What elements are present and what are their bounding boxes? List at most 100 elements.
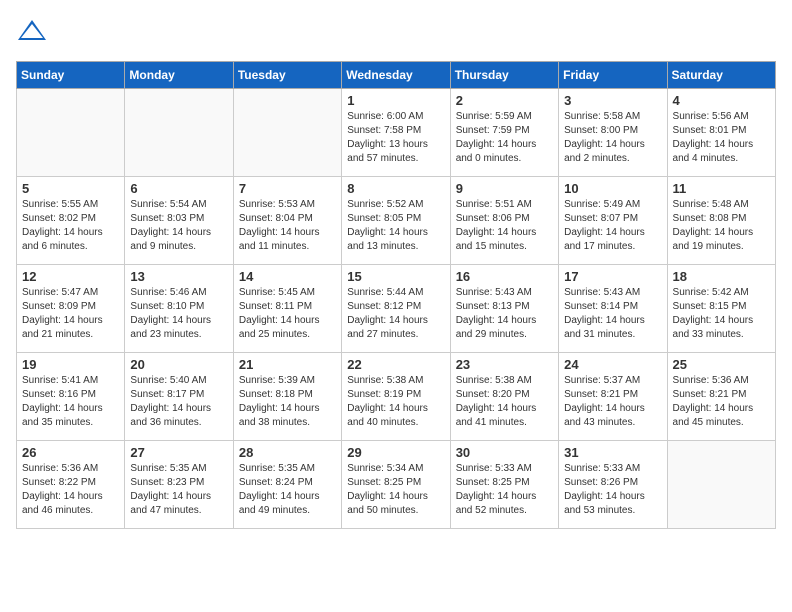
day-cell: 30 Sunrise: 5:33 AM Sunset: 8:25 PM Dayli… xyxy=(450,441,558,529)
day-info: Sunrise: 5:43 AM Sunset: 8:13 PM Dayligh… xyxy=(456,286,553,342)
week-row-4: 19 Sunrise: 5:41 AM Sunset: 8:16 PM Dayli… xyxy=(17,353,776,441)
day-info: Sunrise: 5:33 AM Sunset: 8:25 PM Dayligh… xyxy=(456,462,553,518)
day-cell: 19 Sunrise: 5:41 AM Sunset: 8:16 PM Dayli… xyxy=(17,353,125,441)
day-info: Sunrise: 5:58 AM Sunset: 8:00 PM Dayligh… xyxy=(564,110,661,166)
header-friday: Friday xyxy=(559,62,667,89)
day-cell xyxy=(667,441,775,529)
day-cell: 15 Sunrise: 5:44 AM Sunset: 8:12 PM Dayli… xyxy=(342,265,450,353)
day-number: 25 xyxy=(673,357,770,372)
day-number: 6 xyxy=(130,181,227,196)
day-cell: 8Sunrise: 5:52 AM Sunset: 8:05 PM Daylig… xyxy=(342,177,450,265)
day-info: Sunrise: 5:59 AM Sunset: 7:59 PM Dayligh… xyxy=(456,110,553,166)
day-info: Sunrise: 5:38 AM Sunset: 8:19 PM Dayligh… xyxy=(347,374,444,430)
day-number: 24 xyxy=(564,357,661,372)
day-info: Sunrise: 5:44 AM Sunset: 8:12 PM Dayligh… xyxy=(347,286,444,342)
day-number: 29 xyxy=(347,445,444,460)
header-thursday: Thursday xyxy=(450,62,558,89)
day-number: 18 xyxy=(673,269,770,284)
day-cell: 1 Sunrise: 6:00 AM Sunset: 7:58 PM Daylig… xyxy=(342,89,450,177)
day-number: 5 xyxy=(22,181,119,196)
day-cell: 28 Sunrise: 5:35 AM Sunset: 8:24 PM Dayli… xyxy=(233,441,341,529)
day-cell: 31 Sunrise: 5:33 AM Sunset: 8:26 PM Dayli… xyxy=(559,441,667,529)
day-cell: 6 Sunrise: 5:54 AM Sunset: 8:03 PM Daylig… xyxy=(125,177,233,265)
logo xyxy=(16,16,46,49)
day-number: 9 xyxy=(456,181,553,196)
day-info: Sunrise: 5:43 AM Sunset: 8:14 PM Dayligh… xyxy=(564,286,661,342)
day-number: 2 xyxy=(456,93,553,108)
day-number: 13 xyxy=(130,269,227,284)
day-info: Sunrise: 5:36 AM Sunset: 8:22 PM Dayligh… xyxy=(22,462,119,518)
day-number: 16 xyxy=(456,269,553,284)
day-cell: 25Sunrise: 5:36 AM Sunset: 8:21 PM Dayli… xyxy=(667,353,775,441)
page-header xyxy=(16,16,776,49)
day-cell: 18 Sunrise: 5:42 AM Sunset: 8:15 PM Dayli… xyxy=(667,265,775,353)
day-info: Sunrise: 5:40 AM Sunset: 8:17 PM Dayligh… xyxy=(130,374,227,430)
day-number: 22 xyxy=(347,357,444,372)
day-info: Sunrise: 5:33 AM Sunset: 8:26 PM Dayligh… xyxy=(564,462,661,518)
day-number: 20 xyxy=(130,357,227,372)
day-info: Sunrise: 5:49 AM Sunset: 8:07 PM Dayligh… xyxy=(564,198,661,254)
day-number: 10 xyxy=(564,181,661,196)
day-cell: 2 Sunrise: 5:59 AM Sunset: 7:59 PM Daylig… xyxy=(450,89,558,177)
day-cell: 14 Sunrise: 5:45 AM Sunset: 8:11 PM Dayli… xyxy=(233,265,341,353)
day-cell: 16 Sunrise: 5:43 AM Sunset: 8:13 PM Dayli… xyxy=(450,265,558,353)
day-number: 23 xyxy=(456,357,553,372)
day-cell: 21Sunrise: 5:39 AM Sunset: 8:18 PM Dayli… xyxy=(233,353,341,441)
header-sunday: Sunday xyxy=(17,62,125,89)
day-cell: 23 Sunrise: 5:38 AM Sunset: 8:20 PM Dayli… xyxy=(450,353,558,441)
day-cell: 12 Sunrise: 5:47 AM Sunset: 8:09 PM Dayli… xyxy=(17,265,125,353)
day-number: 1 xyxy=(347,93,444,108)
day-cell: 29 Sunrise: 5:34 AM Sunset: 8:25 PM Dayli… xyxy=(342,441,450,529)
day-info: Sunrise: 5:45 AM Sunset: 8:11 PM Dayligh… xyxy=(239,286,336,342)
day-cell: 20 Sunrise: 5:40 AM Sunset: 8:17 PM Dayli… xyxy=(125,353,233,441)
day-info: Sunrise: 5:56 AM Sunset: 8:01 PM Dayligh… xyxy=(673,110,770,166)
calendar-header-row: SundayMondayTuesdayWednesdayThursdayFrid… xyxy=(17,62,776,89)
day-number: 3 xyxy=(564,93,661,108)
day-cell: 27 Sunrise: 5:35 AM Sunset: 8:23 PM Dayli… xyxy=(125,441,233,529)
day-info: Sunrise: 5:35 AM Sunset: 8:24 PM Dayligh… xyxy=(239,462,336,518)
day-cell: 24 Sunrise: 5:37 AM Sunset: 8:21 PM Dayli… xyxy=(559,353,667,441)
day-info: Sunrise: 5:55 AM Sunset: 8:02 PM Dayligh… xyxy=(22,198,119,254)
week-row-3: 12 Sunrise: 5:47 AM Sunset: 8:09 PM Dayli… xyxy=(17,265,776,353)
day-info: Sunrise: 5:39 AM Sunset: 8:18 PM Dayligh… xyxy=(239,374,336,430)
day-number: 28 xyxy=(239,445,336,460)
header-saturday: Saturday xyxy=(667,62,775,89)
day-info: Sunrise: 5:46 AM Sunset: 8:10 PM Dayligh… xyxy=(130,286,227,342)
day-info: Sunrise: 5:37 AM Sunset: 8:21 PM Dayligh… xyxy=(564,374,661,430)
day-info: Sunrise: 5:38 AM Sunset: 8:20 PM Dayligh… xyxy=(456,374,553,430)
day-number: 31 xyxy=(564,445,661,460)
day-number: 30 xyxy=(456,445,553,460)
calendar-table: SundayMondayTuesdayWednesdayThursdayFrid… xyxy=(16,61,776,529)
day-number: 12 xyxy=(22,269,119,284)
day-number: 15 xyxy=(347,269,444,284)
day-info: Sunrise: 5:41 AM Sunset: 8:16 PM Dayligh… xyxy=(22,374,119,430)
logo-icon xyxy=(18,16,46,44)
header-monday: Monday xyxy=(125,62,233,89)
day-number: 7 xyxy=(239,181,336,196)
week-row-5: 26 Sunrise: 5:36 AM Sunset: 8:22 PM Dayli… xyxy=(17,441,776,529)
day-cell: 5 Sunrise: 5:55 AM Sunset: 8:02 PM Daylig… xyxy=(17,177,125,265)
day-info: Sunrise: 5:47 AM Sunset: 8:09 PM Dayligh… xyxy=(22,286,119,342)
day-info: Sunrise: 5:35 AM Sunset: 8:23 PM Dayligh… xyxy=(130,462,227,518)
day-cell: 13 Sunrise: 5:46 AM Sunset: 8:10 PM Dayli… xyxy=(125,265,233,353)
day-cell: 7Sunrise: 5:53 AM Sunset: 8:04 PM Daylig… xyxy=(233,177,341,265)
day-info: Sunrise: 5:54 AM Sunset: 8:03 PM Dayligh… xyxy=(130,198,227,254)
day-number: 26 xyxy=(22,445,119,460)
day-number: 19 xyxy=(22,357,119,372)
day-number: 4 xyxy=(673,93,770,108)
day-cell xyxy=(17,89,125,177)
day-number: 14 xyxy=(239,269,336,284)
day-info: Sunrise: 5:52 AM Sunset: 8:05 PM Dayligh… xyxy=(347,198,444,254)
header-tuesday: Tuesday xyxy=(233,62,341,89)
day-info: Sunrise: 6:00 AM Sunset: 7:58 PM Dayligh… xyxy=(347,110,444,166)
day-cell: 10 Sunrise: 5:49 AM Sunset: 8:07 PM Dayli… xyxy=(559,177,667,265)
day-number: 27 xyxy=(130,445,227,460)
day-info: Sunrise: 5:48 AM Sunset: 8:08 PM Dayligh… xyxy=(673,198,770,254)
day-cell: 17Sunrise: 5:43 AM Sunset: 8:14 PM Dayli… xyxy=(559,265,667,353)
day-info: Sunrise: 5:42 AM Sunset: 8:15 PM Dayligh… xyxy=(673,286,770,342)
week-row-1: 1 Sunrise: 6:00 AM Sunset: 7:58 PM Daylig… xyxy=(17,89,776,177)
week-row-2: 5 Sunrise: 5:55 AM Sunset: 8:02 PM Daylig… xyxy=(17,177,776,265)
day-cell: 11Sunrise: 5:48 AM Sunset: 8:08 PM Dayli… xyxy=(667,177,775,265)
day-info: Sunrise: 5:34 AM Sunset: 8:25 PM Dayligh… xyxy=(347,462,444,518)
day-cell: 22 Sunrise: 5:38 AM Sunset: 8:19 PM Dayli… xyxy=(342,353,450,441)
